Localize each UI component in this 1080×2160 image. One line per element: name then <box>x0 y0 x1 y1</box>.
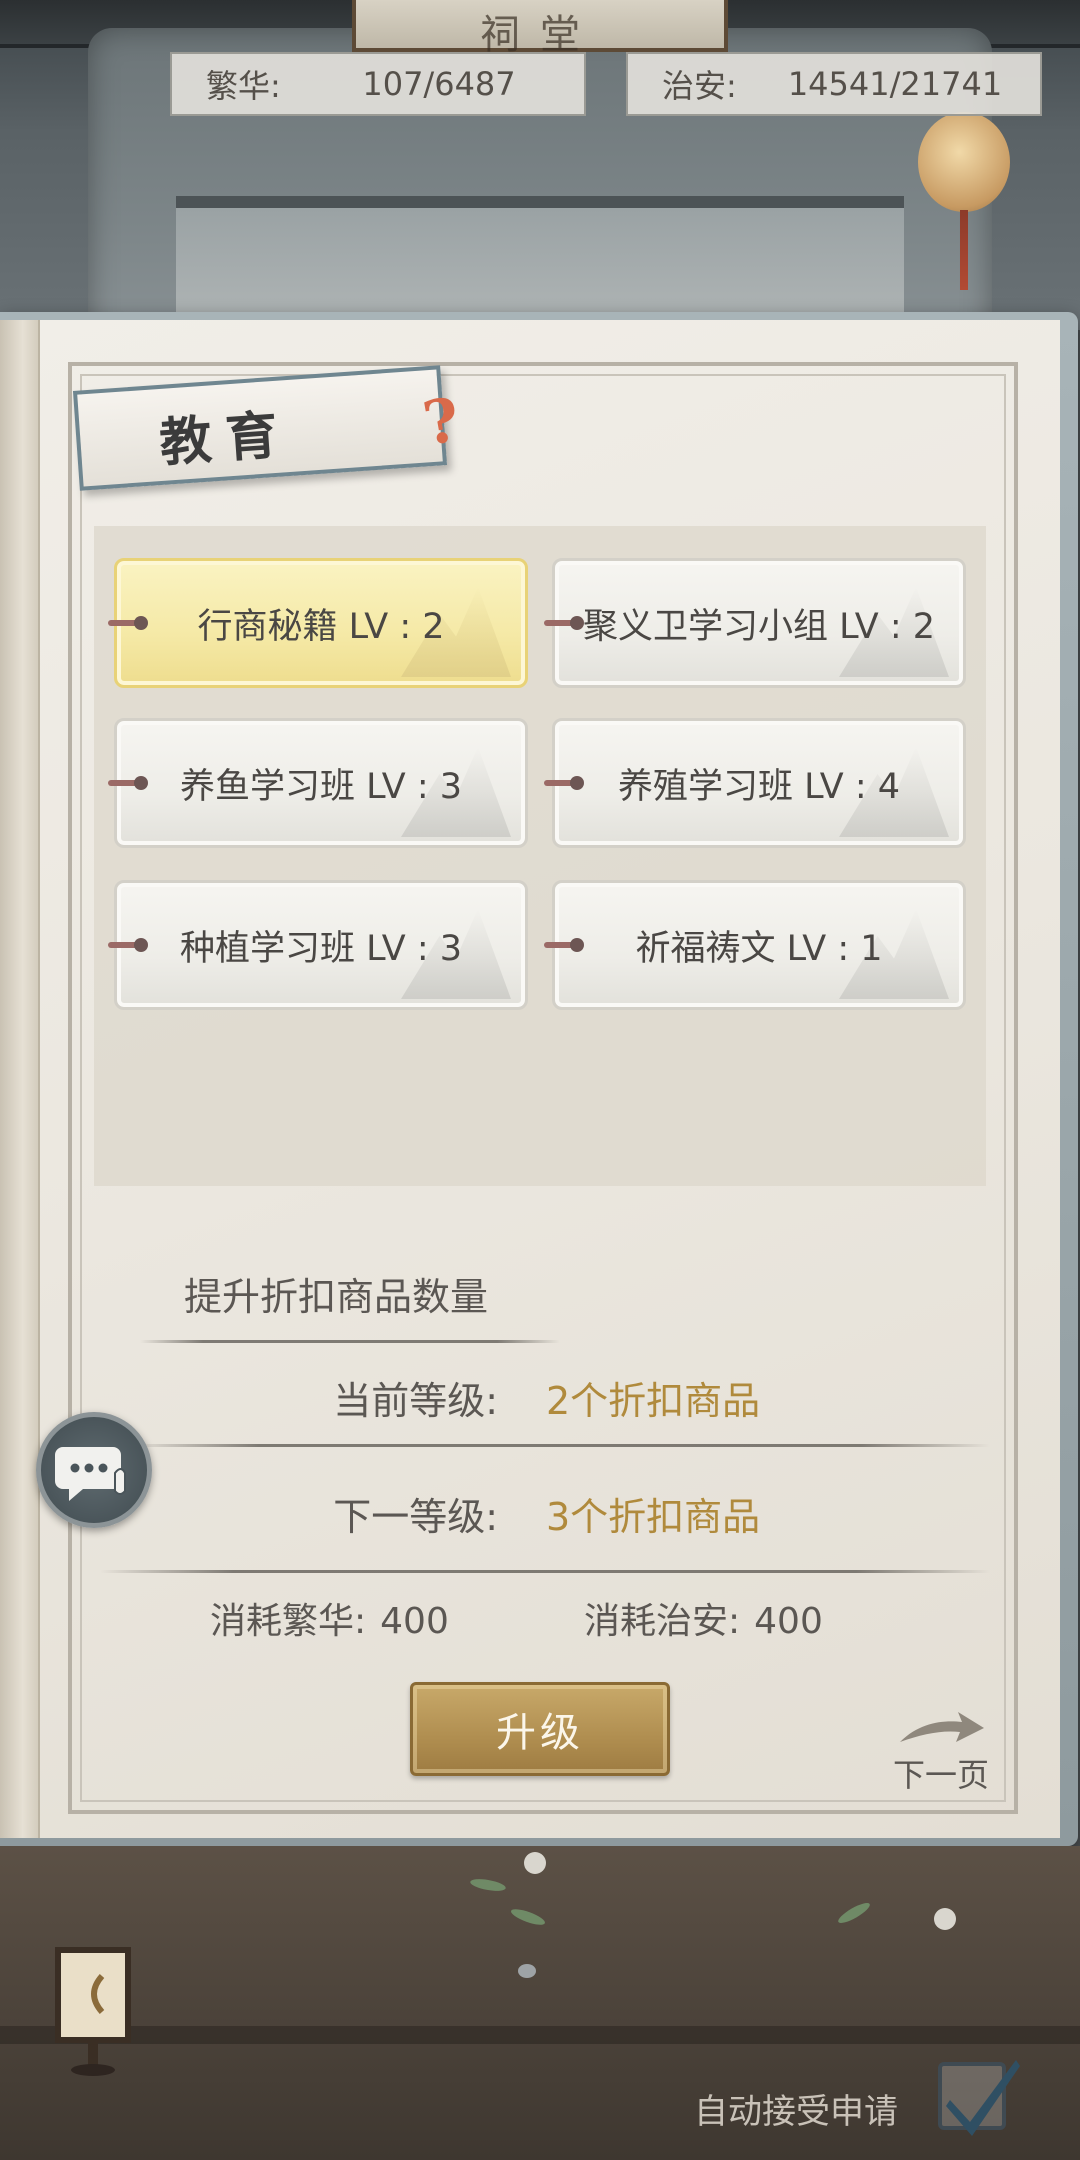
leaf-decoration <box>469 1876 507 1894</box>
floor-background <box>0 1846 1080 2160</box>
cost-prosperity-label: 消耗繁华: <box>210 1601 367 1642</box>
skill-name: 养鱼学习班 LV : 3 <box>179 766 463 807</box>
divider <box>140 1340 560 1343</box>
hall-plaque: 祠堂 <box>352 0 728 58</box>
skill-name: 行商秘籍 LV : 2 <box>197 606 445 647</box>
connector-pin <box>544 938 584 952</box>
upgrade-button[interactable]: 升级 <box>410 1682 670 1776</box>
next-level-label: 下一等级: <box>333 1495 498 1539</box>
connector-pin <box>108 616 148 630</box>
lamp-icon <box>55 1947 131 2076</box>
petal-decoration <box>934 1908 956 1930</box>
connector-pin <box>108 776 148 790</box>
petal-decoration <box>524 1852 546 1874</box>
current-level-value: 2个折扣商品 <box>546 1379 761 1423</box>
cost-prosperity: 消耗繁华: 400 <box>210 1592 449 1644</box>
connector-pin <box>108 938 148 952</box>
skill-card-guard-study-group[interactable]: 聚义卫学习小组 LV : 2 <box>552 558 966 688</box>
skill-name: 祈福祷文 LV : 1 <box>635 928 883 969</box>
floor-seam <box>0 2026 1080 2044</box>
panel-title: 教育 <box>157 403 294 474</box>
skill-name: 种植学习班 LV : 3 <box>179 928 463 969</box>
skill-card-blessing-prayer[interactable]: 祈福祷文 LV : 1 <box>552 880 966 1010</box>
leaf-decoration <box>509 1906 547 1928</box>
cost-security-label: 消耗治安: <box>584 1601 741 1642</box>
connector-pin <box>544 776 584 790</box>
security-label: 治安: <box>662 67 737 105</box>
education-book-panel: 教育 ? 行商秘籍 LV : 2 聚义卫学习小组 LV : 2 养鱼学习班 LV… <box>0 312 1078 1846</box>
next-level-value: 3个折扣商品 <box>546 1495 761 1539</box>
cost-security-value: 400 <box>754 1601 823 1642</box>
prosperity-label: 繁华: <box>206 67 281 105</box>
security-value: 14541/21741 <box>787 65 1003 103</box>
chat-bubble-icon <box>55 1447 126 1501</box>
pebble-decoration <box>518 1964 536 1978</box>
lantern-tassel <box>960 210 968 290</box>
book-page: 教育 ? 行商秘籍 LV : 2 聚义卫学习小组 LV : 2 养鱼学习班 LV… <box>0 320 1060 1838</box>
auto-accept-checkbox[interactable] <box>938 2060 1020 2136</box>
divider <box>100 1570 990 1573</box>
skill-description: 提升折扣商品数量 <box>184 1275 489 1319</box>
current-level-label: 当前等级: <box>333 1379 498 1423</box>
prosperity-stat: 繁华: 107/6487 <box>170 52 586 116</box>
skill-card-planting-class[interactable]: 种植学习班 LV : 3 <box>114 880 528 1010</box>
cost-prosperity-value: 400 <box>380 1601 449 1642</box>
game-screen: 祠堂 繁华: 107/6487 治安: 14541/21741 教育 ? 行商秘… <box>0 0 1080 2160</box>
security-stat: 治安: 14541/21741 <box>626 52 1042 116</box>
chat-button[interactable] <box>36 1412 152 1528</box>
leaf-decoration <box>835 1899 873 1927</box>
cost-security: 消耗治安: 400 <box>584 1592 823 1644</box>
checkmark-icon <box>946 2060 1020 2136</box>
skill-card-fish-farming-class[interactable]: 养鱼学习班 LV : 3 <box>114 718 528 848</box>
skill-name: 养殖学习班 LV : 4 <box>617 766 901 807</box>
skills-grid: 行商秘籍 LV : 2 聚义卫学习小组 LV : 2 养鱼学习班 LV : 3 … <box>94 526 986 1186</box>
next-page-label: 下一页 <box>892 1756 989 1794</box>
book-spine <box>0 320 40 1838</box>
divider <box>130 1444 990 1447</box>
connector-pin <box>544 616 584 630</box>
skill-name: 聚义卫学习小组 LV : 2 <box>582 606 936 647</box>
prosperity-value: 107/6487 <box>362 65 516 103</box>
skill-card-merchant-manual[interactable]: 行商秘籍 LV : 2 <box>114 558 528 688</box>
next-page-button[interactable]: 下一页 <box>886 1708 996 1798</box>
auto-accept-label: 自动接受申请 <box>694 2092 898 2132</box>
hall-background: 祠堂 <box>0 0 1080 348</box>
skill-card-livestock-class[interactable]: 养殖学习班 LV : 4 <box>552 718 966 848</box>
arrow-right-icon <box>900 1712 984 1742</box>
lantern-icon <box>918 112 1010 212</box>
